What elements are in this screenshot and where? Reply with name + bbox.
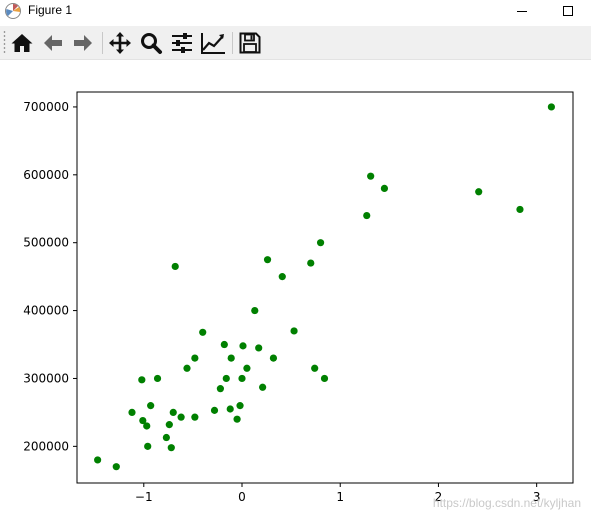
maximize-icon xyxy=(563,6,573,16)
scatter-point xyxy=(210,406,219,414)
subplots-config-icon xyxy=(172,33,192,53)
y-tick-label: 600000 xyxy=(23,168,69,182)
maximize-button[interactable] xyxy=(545,0,591,22)
minimize-button[interactable] xyxy=(499,0,545,22)
save-icon xyxy=(239,32,261,54)
scatter-point xyxy=(243,364,251,372)
scatter-point xyxy=(143,422,151,430)
matplotlib-app-icon xyxy=(5,3,21,19)
y-tick-label: 400000 xyxy=(23,304,69,318)
scatter-point xyxy=(367,172,375,180)
scatter-point xyxy=(191,354,199,362)
zoom-button[interactable] xyxy=(137,29,165,57)
y-tick-label: 700000 xyxy=(23,100,69,114)
scatter-point xyxy=(167,444,175,452)
scatter-point xyxy=(177,413,185,421)
scatter-point xyxy=(475,188,483,196)
scatter-point xyxy=(165,421,173,429)
scatter-point xyxy=(307,259,315,267)
scatter-point xyxy=(547,103,555,111)
scatter-point xyxy=(238,374,246,383)
back-arrow-icon xyxy=(44,35,62,51)
scatter-point xyxy=(220,340,228,349)
scatter-point xyxy=(183,364,191,372)
scatter-point xyxy=(94,456,102,464)
pan-button[interactable] xyxy=(106,29,134,57)
scatter-point xyxy=(233,415,241,423)
toolbar-separator xyxy=(232,32,233,54)
window-title: Figure 1 xyxy=(28,3,73,17)
scatter-point xyxy=(311,364,319,372)
scatter-point xyxy=(255,344,263,352)
navigation-toolbar xyxy=(0,26,591,60)
forward-arrow-icon xyxy=(74,35,92,51)
scatter-point xyxy=(147,402,155,410)
scatter-point xyxy=(227,354,235,362)
axes-frame xyxy=(76,91,574,484)
scatter-point xyxy=(236,402,244,410)
toolbar-separator xyxy=(102,32,103,54)
scatter-point xyxy=(251,306,259,315)
x-tick-label: 0 xyxy=(238,490,246,504)
scatter-point xyxy=(278,273,286,281)
zoom-icon xyxy=(141,33,162,54)
scatter-point xyxy=(239,342,247,350)
scatter-point xyxy=(259,383,267,391)
y-tick-label: 200000 xyxy=(23,439,69,453)
forward-button[interactable] xyxy=(69,29,97,57)
scatter-point xyxy=(169,408,177,417)
y-tick-label: 500000 xyxy=(23,236,69,250)
scatter-point xyxy=(171,262,179,271)
x-tick-label: 1 xyxy=(336,490,344,504)
figure-canvas[interactable]: −1 0 1 2 3 200000 300000 400000 500000 600000 7000… xyxy=(0,60,591,516)
scatter-point xyxy=(363,211,371,220)
scatter-point xyxy=(162,433,170,442)
scatter-point xyxy=(222,374,230,383)
edit-axis-button[interactable] xyxy=(199,29,227,57)
scatter-point xyxy=(290,327,298,335)
scatter-point xyxy=(226,405,234,413)
y-tick-label: 300000 xyxy=(23,371,69,385)
scatter-point xyxy=(153,374,162,383)
scatter-point xyxy=(516,205,524,214)
home-icon xyxy=(11,34,33,52)
back-button[interactable] xyxy=(39,29,67,57)
scatter-point xyxy=(263,256,272,264)
configure-subplots-button[interactable] xyxy=(168,29,196,57)
pan-icon xyxy=(109,32,131,54)
scatter-point xyxy=(128,408,136,417)
toolbar-grip[interactable] xyxy=(3,30,6,55)
scatter-point xyxy=(320,374,329,383)
scatter-point xyxy=(269,354,278,362)
scatter-point xyxy=(316,239,325,247)
edit-axis-icon xyxy=(201,33,225,54)
scatter-point xyxy=(191,413,199,421)
scatter-point xyxy=(144,442,152,450)
scatter-point xyxy=(138,376,146,384)
scatter-point xyxy=(216,385,224,393)
scatter-point xyxy=(380,184,389,192)
title-bar: Figure 1 xyxy=(0,0,591,22)
x-tick-label: −1 xyxy=(135,490,153,504)
scatter-point xyxy=(112,463,120,471)
scatter-point xyxy=(199,328,207,336)
home-button[interactable] xyxy=(8,29,36,57)
watermark-text: https://blog.csdn.net/kyljhan xyxy=(432,496,581,510)
scatter-plot: −1 0 1 2 32000003000004000005000006000007000… xyxy=(23,91,574,504)
minimize-icon xyxy=(517,11,527,12)
save-button[interactable] xyxy=(236,29,264,57)
